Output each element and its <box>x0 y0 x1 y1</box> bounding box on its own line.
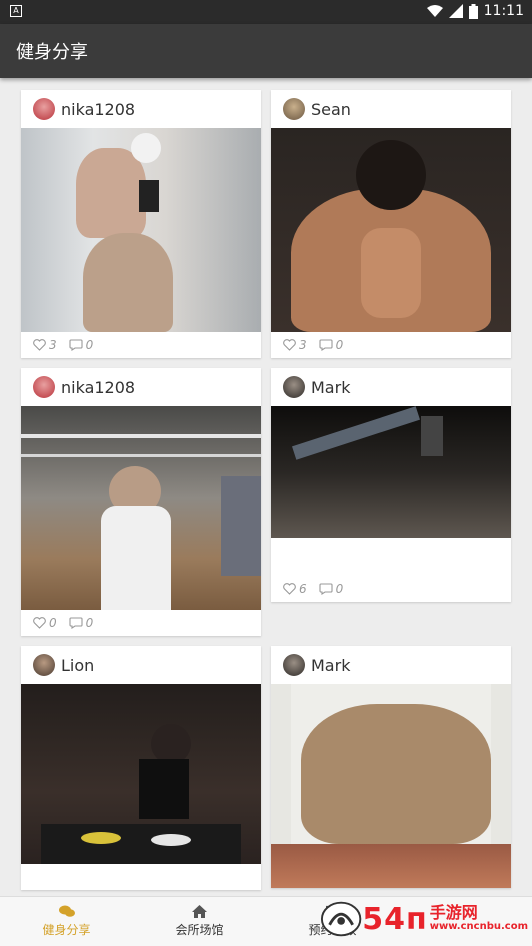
comment-icon <box>319 339 333 351</box>
avatar[interactable] <box>33 98 55 120</box>
post-card[interactable]: Mark <box>271 646 511 888</box>
post-photo[interactable] <box>21 406 261 610</box>
post-photo[interactable] <box>271 406 511 576</box>
post-photo[interactable] <box>21 128 261 332</box>
username[interactable]: Mark <box>311 378 350 397</box>
page-title: 健身分享 <box>16 42 88 63</box>
app-bar: 健身分享 <box>0 24 532 78</box>
heart-icon <box>33 617 46 629</box>
watermark-logo: 54п 手游网 www.cncnbu.com <box>320 894 528 944</box>
clock-text: 11:11 <box>483 3 524 19</box>
like-stat[interactable]: 3 <box>283 338 307 352</box>
comment-icon <box>69 617 83 629</box>
comment-count: 0 <box>335 338 344 352</box>
tab-label: 健身分享 <box>42 923 91 937</box>
like-stat[interactable]: 3 <box>33 338 57 352</box>
avatar[interactable] <box>283 654 305 676</box>
heart-icon <box>33 339 46 351</box>
like-stat[interactable]: 6 <box>283 582 307 596</box>
post-card[interactable]: Lion <box>21 646 261 890</box>
home-icon <box>192 905 207 918</box>
post-card[interactable]: Sean 3 0 <box>271 90 511 358</box>
wifi-icon <box>426 4 443 17</box>
post-card[interactable]: Mark 6 0 <box>271 368 511 602</box>
comment-count: 0 <box>85 616 94 630</box>
watermark-emblem-icon <box>320 901 362 937</box>
avatar[interactable] <box>33 654 55 676</box>
feed-grid[interactable]: nika1208 3 0 Sean 3 0 nika1208 0 0 Mark … <box>0 80 532 896</box>
avatar[interactable] <box>283 98 305 120</box>
tab-venues[interactable]: 会所场馆 <box>133 897 266 946</box>
heart-icon <box>283 339 296 351</box>
watermark-main-text: 54п <box>362 901 428 937</box>
status-bar: A 11:11 <box>0 0 532 24</box>
like-stat[interactable]: 0 <box>33 616 57 630</box>
heart-icon <box>283 583 296 595</box>
tab-fitness-share[interactable]: 健身分享 <box>0 897 133 946</box>
username[interactable]: nika1208 <box>61 378 135 397</box>
comment-count: 0 <box>335 582 344 596</box>
avatar[interactable] <box>33 376 55 398</box>
post-photo[interactable] <box>21 684 261 864</box>
comment-icon <box>69 339 83 351</box>
comment-icon <box>319 583 333 595</box>
post-card[interactable]: nika1208 0 0 <box>21 368 261 636</box>
like-count: 3 <box>49 338 57 352</box>
post-photo[interactable] <box>271 128 511 332</box>
comment-stat[interactable]: 0 <box>69 338 94 352</box>
battery-icon <box>468 3 478 19</box>
signal-icon <box>448 4 463 18</box>
comment-count: 0 <box>85 338 94 352</box>
username[interactable]: Lion <box>61 656 94 675</box>
comment-stat[interactable]: 0 <box>69 616 94 630</box>
watermark-url: www.cncnbu.com <box>429 921 528 933</box>
like-count: 3 <box>299 338 307 352</box>
tab-label: 会所场馆 <box>175 923 224 937</box>
username[interactable]: Mark <box>311 656 350 675</box>
comment-stat[interactable]: 0 <box>319 338 344 352</box>
like-count: 0 <box>49 616 57 630</box>
post-card[interactable]: nika1208 3 0 <box>21 90 261 358</box>
notification-icon: A <box>10 5 22 17</box>
watermark-site-name: 手游网 <box>429 903 478 923</box>
post-photo[interactable] <box>271 684 511 888</box>
username[interactable]: nika1208 <box>61 100 135 119</box>
username[interactable]: Sean <box>311 100 351 119</box>
like-count: 6 <box>299 582 307 596</box>
comment-stat[interactable]: 0 <box>319 582 344 596</box>
avatar[interactable] <box>283 376 305 398</box>
chat-bubbles-icon <box>58 905 75 917</box>
